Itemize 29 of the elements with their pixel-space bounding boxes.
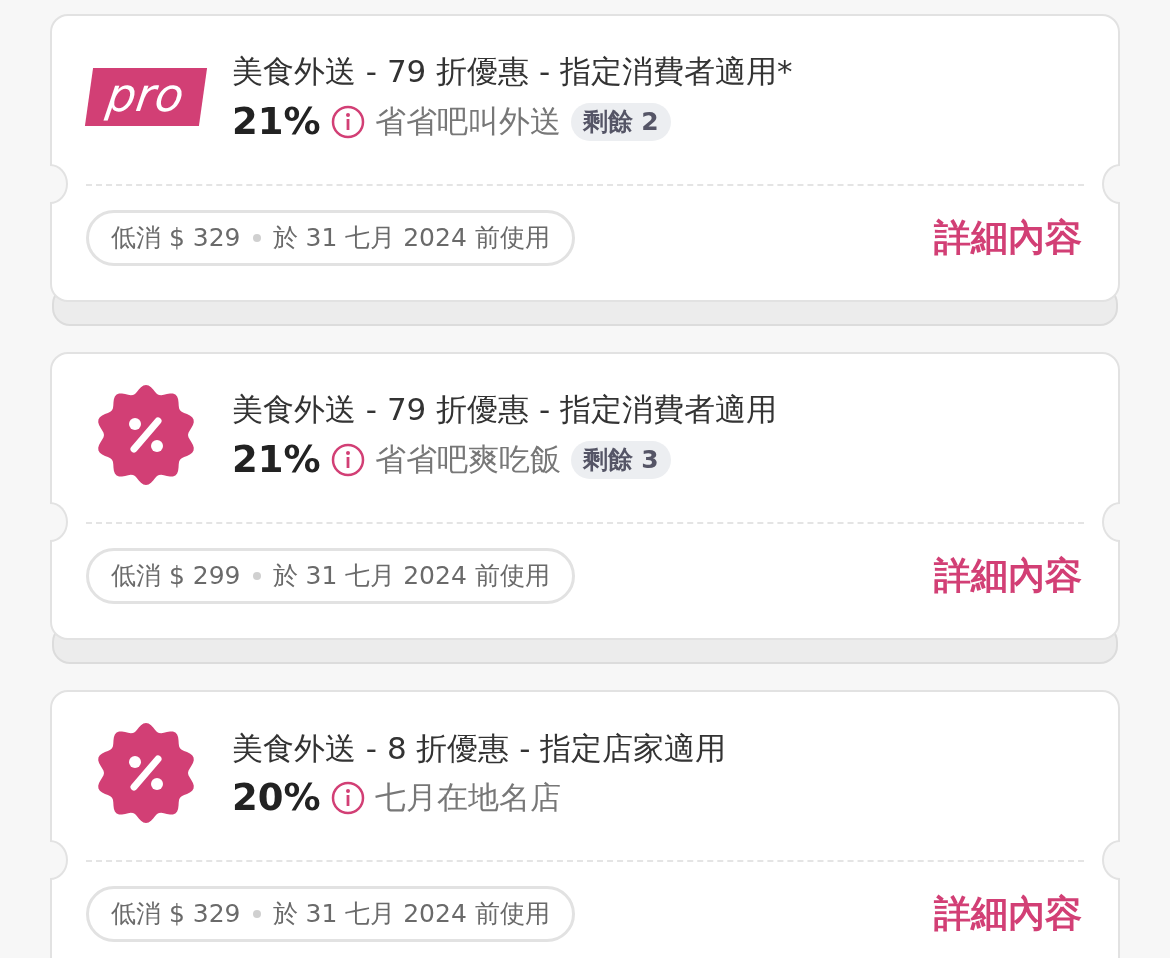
details-link[interactable]: 詳細內容 — [934, 886, 1082, 942]
separator-dot — [252, 910, 261, 918]
min-spend-text: 低消 $ 329 — [111, 899, 241, 929]
details-link[interactable]: 詳細內容 — [934, 548, 1082, 604]
voucher-title: 美食外送 - 8 折優惠 - 指定店家適用 — [232, 729, 727, 768]
voucher-title: 美食外送 - 79 折優惠 - 指定消費者適用 — [232, 391, 778, 429]
voucher-title: 美食外送 - 79 折優惠 - 指定消費者適用* — [232, 53, 793, 91]
details-link[interactable]: 詳細內容 — [934, 210, 1082, 266]
info-icon[interactable] — [330, 780, 365, 815]
remaining-badge: 剩餘 2 — [570, 102, 671, 141]
discount-badge-icon — [96, 385, 196, 485]
discount-percent: 20% — [232, 779, 321, 817]
info-icon[interactable] — [330, 442, 365, 477]
remaining-badge: 剩餘 3 — [570, 440, 671, 479]
campaign-name: 七月在地名店 — [374, 782, 561, 814]
campaign-name: 省省吧爽吃飯 — [374, 444, 561, 476]
min-spend-text: 低消 $ 329 — [111, 223, 241, 253]
campaign-name: 省省吧叫外送 — [374, 106, 561, 138]
discount-percent: 21% — [232, 103, 321, 141]
separator-dot — [252, 572, 261, 580]
min-spend-text: 低消 $ 299 — [111, 561, 241, 591]
expiry-text: 於 31 七月 2024 前使用 — [272, 561, 550, 591]
expiry-text: 於 31 七月 2024 前使用 — [272, 223, 550, 253]
separator-dot — [252, 234, 261, 242]
expiry-text: 於 31 七月 2024 前使用 — [272, 899, 550, 929]
info-icon[interactable] — [330, 104, 365, 139]
discount-percent: 21% — [232, 441, 321, 479]
pro-label: pro — [84, 68, 208, 126]
discount-badge-icon — [96, 723, 196, 823]
